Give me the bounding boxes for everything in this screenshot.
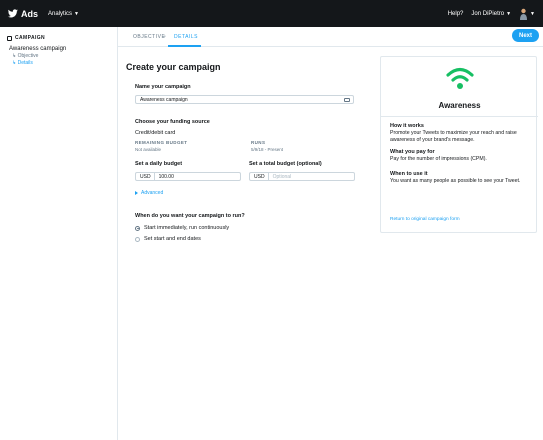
daily-budget-label: Set a daily budget	[135, 161, 183, 167]
campaign-name-input[interactable]: Awareness campaign	[135, 95, 354, 104]
radio-unselected-icon	[135, 236, 140, 242]
daily-budget-input[interactable]: USD 100.00	[135, 172, 241, 181]
currency-prefix: USD	[140, 173, 155, 180]
sidebar-item-label: Details	[17, 60, 33, 66]
schedule-option-dates[interactable]: Set start and end dates	[135, 236, 201, 242]
next-button[interactable]: Next	[512, 29, 539, 42]
sidebar-item-label: Objective	[17, 53, 39, 59]
runs-heading: RUNS	[251, 140, 266, 145]
top-bar: Ads Analytics ▼ Help? Jon DiPietro ▼ ▼	[0, 0, 543, 27]
sidebar-section-title: CAMPAIGN	[7, 35, 110, 41]
total-budget-label: Set a total budget (optional)	[249, 161, 322, 167]
chevron-down-icon: ▼	[74, 10, 79, 17]
schedule-option-label: Set start and end dates	[144, 236, 201, 242]
when-to-use-heading: When to use it	[390, 171, 428, 177]
daily-budget-value: 100.00	[158, 173, 174, 180]
help-link[interactable]: Help?	[448, 11, 464, 17]
sidebar-campaign-name[interactable]: Awareness campaign	[9, 46, 110, 52]
how-it-works-text: Promote your Tweets to maximize your rea…	[390, 130, 517, 143]
account-menu[interactable]: Jon DiPietro ▼	[471, 11, 511, 17]
brand-label: Ads	[21, 8, 39, 19]
calendar-icon	[7, 35, 12, 41]
card-title: Awareness	[438, 101, 481, 110]
user-name: Jon DiPietro	[471, 10, 505, 17]
objective-info-card: Awareness How it works Promote your Twee…	[380, 56, 538, 233]
return-to-form-link[interactable]: Return to original campaign form	[390, 217, 460, 222]
schedule-option-immediate[interactable]: Start immediately, run continuously	[135, 225, 229, 231]
sidebar: CAMPAIGN Awareness campaign ↳ Objective …	[0, 27, 118, 440]
how-it-works-heading: How it works	[390, 123, 424, 129]
card-hero: Awareness	[381, 57, 538, 117]
what-you-pay-heading: What you pay for	[390, 149, 435, 155]
main-content: OBJECTIVE > DETAILS Next Create your cam…	[118, 27, 543, 440]
chevron-down-icon: ▼	[530, 10, 535, 17]
remaining-budget-heading: REMAINING BUDGET	[135, 140, 188, 145]
twitter-bird-icon	[8, 9, 18, 18]
chevron-down-icon: ▼	[506, 10, 512, 17]
currency-prefix: USD	[254, 173, 269, 180]
sidebar-item-objective[interactable]: ↳ Objective	[12, 53, 110, 59]
advanced-toggle[interactable]: Advanced	[135, 190, 163, 196]
radio-selected-icon	[135, 225, 140, 231]
runs-value: 5/9/18 - Present	[251, 147, 284, 152]
tab-separator-icon: >	[163, 34, 167, 40]
advanced-label: Advanced	[141, 190, 164, 196]
avatar-menu[interactable]: ▼	[519, 8, 535, 20]
analytics-menu[interactable]: Analytics ▼	[48, 11, 79, 17]
sidebar-item-details[interactable]: ↳ Details	[12, 60, 110, 66]
total-budget-input[interactable]: USD Optional	[249, 172, 355, 181]
triangle-right-icon	[135, 191, 138, 195]
wifi-signal-icon	[446, 67, 474, 89]
page-title: Create your campaign	[126, 62, 221, 72]
analytics-label: Analytics	[48, 10, 73, 17]
when-to-use-text: You want as many people as possible to s…	[390, 178, 521, 184]
active-tab-indicator	[168, 45, 201, 47]
schedule-option-label: Start immediately, run continuously	[144, 225, 230, 231]
schedule-label: When do you want your campaign to run?	[135, 213, 245, 219]
tab-details[interactable]: DETAILS	[174, 34, 198, 40]
funding-source-value[interactable]: Credit/debit card	[135, 130, 175, 136]
campaign-name-label: Name your campaign	[135, 84, 191, 90]
avatar	[520, 8, 528, 20]
keyboard-icon	[344, 97, 350, 102]
funding-source-label: Choose your funding source	[135, 119, 210, 125]
total-budget-placeholder: Optional	[272, 173, 292, 180]
remaining-budget-value: Not available	[135, 147, 162, 152]
step-tabs: OBJECTIVE > DETAILS Next	[118, 27, 543, 47]
sidebar-section-label: CAMPAIGN	[15, 35, 46, 41]
ads-logo[interactable]: Ads	[8, 9, 38, 19]
tab-objective[interactable]: OBJECTIVE	[133, 34, 165, 40]
campaign-name-value: Awareness campaign	[140, 96, 188, 103]
what-you-pay-text: Pay for the number of impressions (CPM).	[390, 156, 487, 162]
